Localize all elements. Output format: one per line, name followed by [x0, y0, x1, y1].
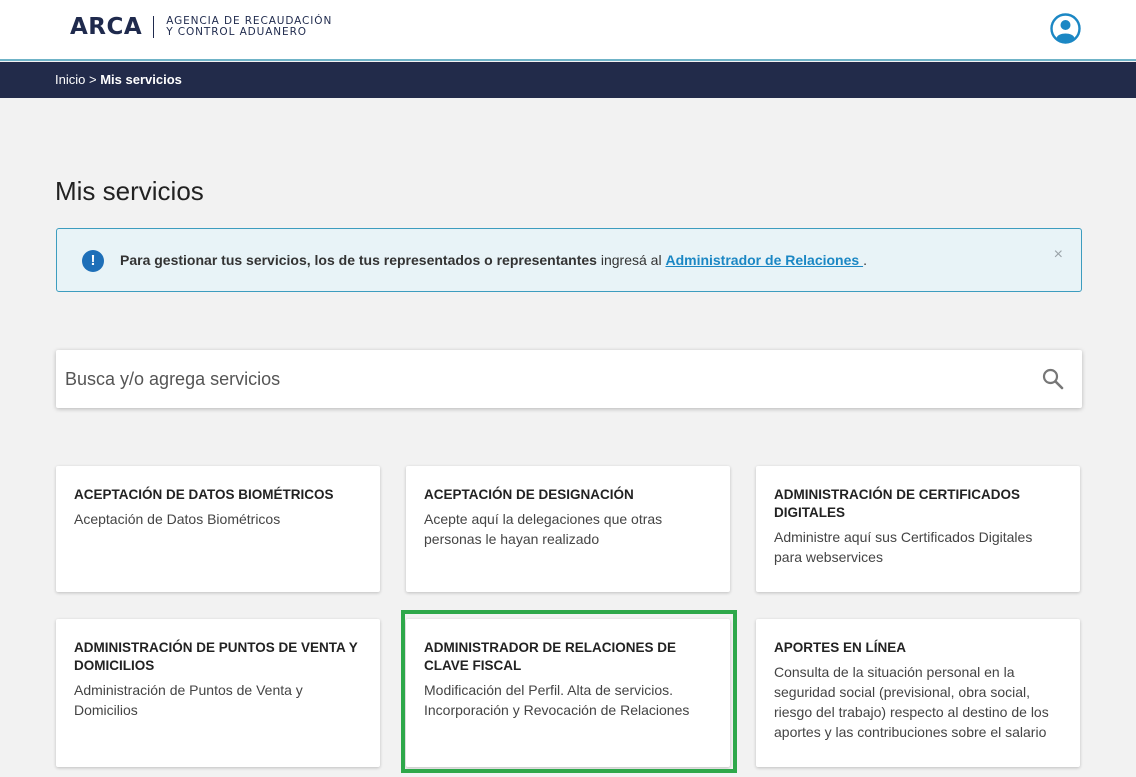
service-card-description: Modificación del Perfil. Alta de servici… — [424, 682, 690, 718]
alert-bold-text: Para gestionar tus servicios, los de tus… — [120, 252, 597, 268]
service-card-title: ADMINISTRACIÓN DE PUNTOS DE VENTA Y DOMI… — [74, 640, 358, 673]
alert-text: ingresá al — [596, 252, 666, 268]
alert-message: Para gestionar tus servicios, los de tus… — [120, 252, 867, 268]
service-card-title: APORTES EN LÍNEA — [774, 640, 907, 655]
service-card-aceptacion-datos-biometricos[interactable]: ACEPTACIÓN DE DATOS BIOMÉTRICOS Aceptaci… — [56, 466, 380, 592]
service-card-administrador-relaciones[interactable]: ADMINISTRADOR DE RELACIONES DE CLAVE FIS… — [406, 619, 730, 767]
service-card-certificados-digitales[interactable]: ADMINISTRACIÓN DE CERTIFICADOS DIGITALES… — [756, 466, 1080, 592]
service-card-title: ADMINISTRACIÓN DE CERTIFICADOS DIGITALES — [774, 487, 1020, 520]
top-header: ARCA AGENCIA DE RECAUDACIÓN Y CONTROL AD… — [0, 0, 1136, 61]
arca-logo[interactable]: ARCA AGENCIA DE RECAUDACIÓN Y CONTROL AD… — [70, 14, 332, 40]
breadcrumb: Inicio > Mis servicios — [55, 72, 182, 87]
breadcrumb-bar: Inicio > Mis servicios — [0, 62, 1136, 98]
user-circle-icon — [1050, 13, 1081, 44]
service-card-title: ACEPTACIÓN DE DATOS BIOMÉTRICOS — [74, 487, 334, 502]
service-card-description: Consulta de la situación personal en la … — [774, 664, 1049, 740]
service-card-description: Administración de Puntos de Venta y Domi… — [74, 682, 303, 718]
alert-text-end: . — [863, 252, 867, 268]
search-icon[interactable] — [1041, 367, 1065, 391]
close-icon[interactable]: × — [1054, 246, 1063, 264]
service-card-description: Administre aquí sus Certificados Digital… — [774, 529, 1033, 565]
service-card-title: ACEPTACIÓN DE DESIGNACIÓN — [424, 487, 634, 502]
exclamation-circle-icon: ! — [82, 250, 104, 272]
service-card-puntos-de-venta[interactable]: ADMINISTRACIÓN DE PUNTOS DE VENTA Y DOMI… — [56, 619, 380, 767]
info-alert: ! Para gestionar tus servicios, los de t… — [56, 228, 1082, 292]
administrador-relaciones-link[interactable]: Administrador de Relaciones — [665, 252, 863, 268]
service-card-description: Acepte aquí la delegaciones que otras pe… — [424, 511, 663, 547]
logo-divider — [153, 16, 155, 38]
service-card-description: Aceptación de Datos Biométricos — [74, 511, 281, 527]
breadcrumb-current: Mis servicios — [100, 72, 182, 87]
user-account-button[interactable] — [1050, 13, 1081, 44]
logo-mark: ARCA — [70, 14, 143, 40]
service-card-title: ADMINISTRADOR DE RELACIONES DE CLAVE FIS… — [424, 640, 677, 673]
logo-subtitle: AGENCIA DE RECAUDACIÓN Y CONTROL ADUANER… — [166, 16, 332, 38]
search-box — [56, 350, 1082, 408]
logo-subtitle-line2: Y CONTROL ADUANERO — [166, 26, 307, 38]
service-card-aportes-en-linea[interactable]: APORTES EN LÍNEA Consulta de la situació… — [756, 619, 1080, 767]
service-card-aceptacion-designacion[interactable]: ACEPTACIÓN DE DESIGNACIÓN Acepte aquí la… — [406, 466, 730, 592]
breadcrumb-separator: > — [88, 72, 97, 87]
search-input[interactable] — [65, 364, 1005, 394]
page-title: Mis servicios — [55, 176, 204, 206]
breadcrumb-home-link[interactable]: Inicio — [55, 72, 85, 87]
